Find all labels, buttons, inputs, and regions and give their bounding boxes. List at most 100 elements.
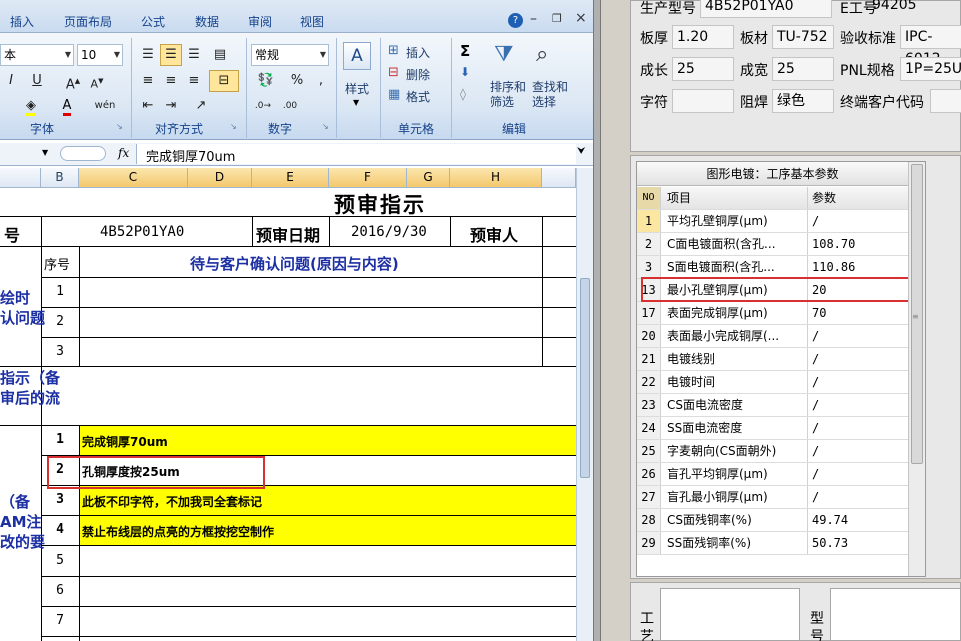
scrollbar-thumb[interactable]	[580, 278, 590, 478]
eno-field[interactable]: 94205	[868, 0, 958, 18]
align-right-icon[interactable]: ≡	[183, 70, 205, 92]
increase-decimal-icon[interactable]: .0→	[251, 95, 275, 117]
dialog-launcher-icon[interactable]: ↘	[322, 122, 329, 131]
number-format-combo[interactable]: 常规 ▼	[251, 44, 329, 66]
expand-formula-icon[interactable]: ⮟	[577, 146, 586, 157]
mask-field[interactable]: 绿色	[772, 89, 834, 113]
clear-icon[interactable]: ◊	[460, 87, 466, 101]
model-field[interactable]: 4B52P01YA0	[700, 0, 832, 18]
grid-row[interactable]: 23 CS面电流密度 /	[637, 394, 908, 417]
autosum-icon[interactable]: Σ	[460, 42, 470, 60]
column-header-c[interactable]: C	[79, 168, 188, 188]
width-label: 成宽	[740, 63, 768, 79]
align-center-icon[interactable]: ≡	[160, 70, 182, 92]
grid-scrollbar[interactable]: ≡	[908, 162, 925, 576]
char-field[interactable]	[672, 89, 734, 113]
note-row-no: 1	[56, 432, 64, 447]
grid-row[interactable]: 17 表面完成铜厚(μm) 70	[637, 302, 908, 325]
minimize-icon[interactable]: –	[530, 11, 537, 27]
styles-icon[interactable]: A	[343, 42, 371, 70]
name-box-dropdown-icon[interactable]: ▼	[42, 148, 48, 157]
fill-color-icon[interactable]: ◈	[20, 95, 42, 117]
tab-review[interactable]: 审阅	[248, 13, 272, 30]
column-header-g[interactable]: G	[407, 168, 450, 188]
note-row-text[interactable]: 完成铜厚70um	[82, 433, 168, 450]
decrease-indent-icon[interactable]: ⇤	[137, 95, 159, 117]
grid-row[interactable]: 26 盲孔平均铜厚(μm) /	[637, 463, 908, 486]
comma-button[interactable]: ,	[310, 70, 332, 92]
underline-button[interactable]: U	[26, 70, 48, 92]
grid-row[interactable]: 1 平均孔壁铜厚(μm) /	[637, 210, 908, 233]
styles-label[interactable]: 样式	[345, 80, 369, 97]
column-header-e[interactable]: E	[252, 168, 329, 188]
grid-row[interactable]: 29 SS面残铜率(%) 50.73	[637, 532, 908, 555]
delete-cells-button[interactable]: 删除	[406, 66, 430, 83]
font-size-combo[interactable]: 10 ▼	[77, 44, 123, 66]
help-icon[interactable]: ?	[508, 13, 523, 28]
tab-formulas[interactable]: 公式	[141, 13, 165, 30]
thickness-field[interactable]: 1.20	[672, 25, 734, 49]
tab-page-layout[interactable]: 页面布局	[64, 13, 112, 30]
tab-insert[interactable]: 插入	[10, 13, 34, 30]
grid-row[interactable]: 21 电镀线别 /	[637, 348, 908, 371]
font-color-icon[interactable]: A	[56, 95, 78, 117]
tab-data[interactable]: 数据	[195, 13, 219, 30]
vertical-scrollbar[interactable]	[576, 168, 593, 641]
standard-field[interactable]: IPC-6012	[900, 25, 961, 67]
grow-font-icon[interactable]: A▲	[62, 70, 84, 92]
close-icon[interactable]: ×	[575, 10, 587, 26]
part-number-cell[interactable]: 4B52P01YA0	[100, 224, 184, 240]
binoculars-icon: ⌕	[536, 42, 549, 67]
material-field[interactable]: TU-752	[772, 25, 834, 49]
align-top-icon[interactable]: ☰	[137, 44, 159, 66]
format-cells-button[interactable]: 格式	[406, 88, 430, 105]
dialog-launcher-icon[interactable]: ↘	[230, 122, 237, 131]
column-header-f[interactable]: F	[329, 168, 407, 188]
fill-icon[interactable]: ⬇	[460, 65, 470, 79]
find-select-button[interactable]: 查找和 选择	[532, 80, 572, 110]
percent-button[interactable]: %	[286, 70, 308, 92]
bottom-field-2[interactable]	[830, 588, 961, 641]
grid-row[interactable]: 27 盲孔最小铜厚(μm) /	[637, 486, 908, 509]
currency-icon[interactable]: 💱	[251, 70, 281, 92]
length-field[interactable]: 25	[672, 57, 734, 81]
italic-button[interactable]: I	[0, 70, 22, 92]
wrap-text-icon[interactable]: ▤	[209, 44, 231, 66]
insert-cells-button[interactable]: 插入	[406, 44, 430, 61]
decrease-decimal-icon[interactable]: .00	[278, 95, 302, 117]
width-field[interactable]: 25	[772, 57, 834, 81]
window-divider[interactable]	[593, 0, 601, 641]
column-header-d[interactable]: D	[188, 168, 252, 188]
fx-button[interactable]: fx	[118, 146, 129, 160]
font-name-combo[interactable]: 本 ▼	[0, 44, 74, 66]
note-row-text[interactable]: 禁止布线层的点亮的方框按挖空制作	[82, 523, 274, 540]
pnl-field[interactable]: 1P=25U	[900, 57, 961, 81]
tab-view[interactable]: 视图	[300, 13, 324, 30]
column-header-b[interactable]: B	[41, 168, 79, 188]
align-left-icon[interactable]: ≡	[137, 70, 159, 92]
column-header-h[interactable]: H	[450, 168, 542, 188]
grid-row[interactable]: 28 CS面残铜率(%) 49.74	[637, 509, 908, 532]
increase-indent-icon[interactable]: ⇥	[160, 95, 182, 117]
grid-row[interactable]: 2 C面电镀面积(含孔... 108.70	[637, 233, 908, 256]
grid-row[interactable]: 22 电镀时间 /	[637, 371, 908, 394]
merge-center-icon[interactable]: ⊟	[209, 70, 239, 92]
phonetic-icon[interactable]: wén	[90, 95, 120, 117]
dialog-launcher-icon[interactable]: ↘	[116, 122, 123, 131]
note-row-text[interactable]: 此板不印字符，不加我司全套标记	[82, 493, 262, 510]
restore-icon[interactable]: ❐	[552, 12, 562, 25]
pre-review-date-cell[interactable]: 2016/9/30	[351, 224, 427, 240]
align-middle-icon[interactable]: ☰	[160, 44, 182, 66]
grid-row[interactable]: 24 SS面电流密度 /	[637, 417, 908, 440]
grid-row[interactable]: 20 表面最小完成铜厚(... /	[637, 325, 908, 348]
formula-bar-expand[interactable]	[60, 146, 106, 161]
formula-input[interactable]: 完成铜厚70um	[146, 146, 235, 165]
bottom-field-1[interactable]	[660, 588, 800, 641]
shrink-font-icon[interactable]: A▼	[86, 70, 108, 92]
grid-row[interactable]: 25 字麦朝向(CS面朝外) /	[637, 440, 908, 463]
sort-filter-button[interactable]: 排序和 筛选	[490, 80, 530, 110]
orientation-icon[interactable]: ↗	[186, 95, 216, 117]
align-bottom-icon[interactable]: ☰	[183, 44, 205, 66]
grid-row[interactable]: 3 S面电镀面积(含孔... 110.86	[637, 256, 908, 279]
customer-field[interactable]	[930, 89, 961, 113]
